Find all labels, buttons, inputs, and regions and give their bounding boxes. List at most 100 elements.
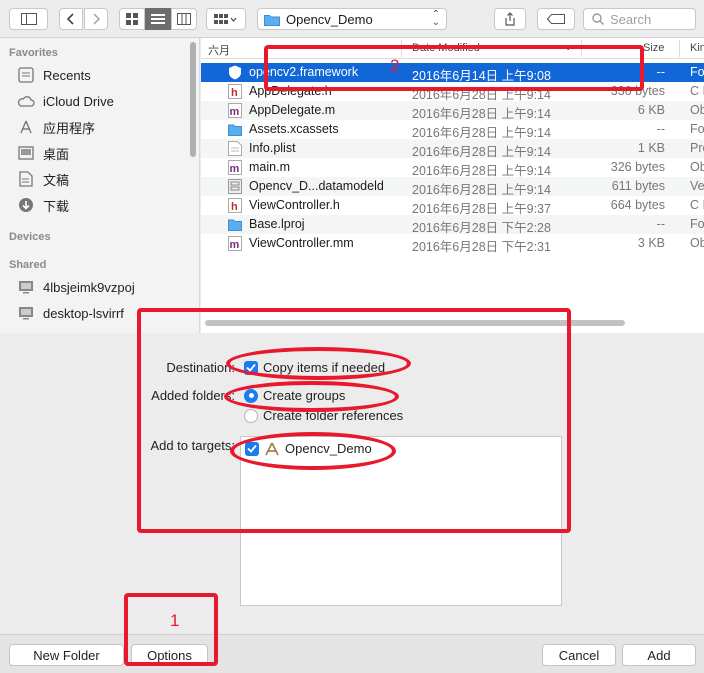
file-row[interactable]: Assets.xcassets 2016年6月28日 上午9:14 -- Fo <box>201 120 704 140</box>
toolbar: Opencv_Demo ⌃ ⌄ Search <box>0 0 704 38</box>
cancel-button[interactable]: Cancel <box>542 644 616 666</box>
column-divider <box>679 40 680 57</box>
sidebar-item-shared-2[interactable]: desktop-lsvirrf <box>17 303 124 323</box>
svg-text:h: h <box>231 87 238 99</box>
new-folder-button[interactable]: New Folder <box>9 644 124 666</box>
svg-text:m: m <box>230 163 240 175</box>
sidebar: Favorites Recents iCloud Drive 应用程序 桌面 文… <box>0 38 200 333</box>
clock-icon <box>17 66 35 84</box>
updown-chevron-icon: ⌃ ⌄ <box>431 9 440 28</box>
annotation-ellipse-target <box>230 432 396 470</box>
file-size: -- <box>656 122 665 136</box>
sidebar-item-label: desktop-lsvirrf <box>43 305 124 321</box>
header-file-icon: h <box>228 84 242 99</box>
svg-text:h: h <box>231 201 238 213</box>
file-row[interactable]: m AppDelegate.m 2016年6月28日 上午9:14 6 KB O… <box>201 101 704 121</box>
file-kind: C I <box>690 84 704 98</box>
file-kind: Fo <box>690 217 704 231</box>
file-name: Opencv_D...datamodeld <box>249 179 384 193</box>
share-button[interactable] <box>494 8 526 30</box>
sidebar-item-desktop[interactable]: 桌面 <box>17 143 69 163</box>
file-kind: C I <box>690 198 704 212</box>
search-placeholder: Search <box>610 11 652 27</box>
sidebar-item-label: 文稿 <box>43 172 70 188</box>
sidebar-item-recents[interactable]: Recents <box>17 65 91 85</box>
sidebar-item-label: 下载 <box>43 198 70 214</box>
source-file-icon: m <box>228 103 242 118</box>
file-row[interactable]: Info.plist 2016年6月28日 上午9:14 1 KB Pro <box>201 139 704 159</box>
file-name: ViewController.h <box>249 198 340 212</box>
file-row[interactable]: m main.m 2016年6月28日 上午9:14 326 bytes Ob <box>201 158 704 178</box>
file-kind: Pro <box>690 141 704 155</box>
file-row[interactable]: m ViewController.mm 2016年6月28日 下午2:31 3 … <box>201 234 704 254</box>
file-row[interactable]: Base.lproj 2016年6月28日 下午2:28 -- Fo <box>201 215 704 235</box>
sidebar-item-label: Recents <box>43 67 91 83</box>
sidebar-item-documents[interactable]: 文稿 <box>17 169 69 189</box>
column-name[interactable]: 六月 <box>208 42 230 58</box>
folder-icon <box>228 219 242 231</box>
file-name: ViewController.mm <box>249 236 354 250</box>
add-button[interactable]: Add <box>622 644 696 666</box>
annotation-box-options <box>137 308 571 533</box>
file-size: 611 bytes <box>611 179 665 193</box>
tags-button[interactable] <box>537 8 575 30</box>
icon-view-button[interactable] <box>119 8 145 30</box>
columns-icon <box>177 13 191 25</box>
grid-icon <box>126 13 138 25</box>
search-field[interactable]: Search <box>583 8 696 30</box>
file-size: 6 KB <box>637 103 665 117</box>
file-row[interactable]: h ViewController.h 2016年6月28日 上午9:37 664… <box>201 196 704 216</box>
column-size[interactable]: Size <box>643 42 664 54</box>
list-view-button[interactable] <box>145 8 171 30</box>
folder-icon <box>264 14 280 26</box>
computer-icon <box>17 278 35 296</box>
annotation-ellipse-copy <box>226 347 411 380</box>
download-icon <box>17 196 35 214</box>
annotation-number-1: 1 <box>170 611 180 630</box>
sidebar-item-label: iCloud Drive <box>43 93 114 109</box>
bottom-bar: New Folder Options Cancel Add <box>0 634 704 673</box>
back-button[interactable] <box>59 8 83 30</box>
file-name: main.m <box>249 160 290 174</box>
arrange-button[interactable] <box>206 8 246 30</box>
file-date: 2016年6月28日 下午2:31 <box>412 240 551 254</box>
column-kind[interactable]: Kin <box>690 42 704 54</box>
sidebar-scrollbar[interactable] <box>190 42 196 157</box>
file-name: AppDelegate.m <box>249 103 336 117</box>
shared-header: Shared <box>9 259 47 271</box>
sidebar-item-shared-1[interactable]: 4lbsjeimk9vzpoj <box>17 277 135 297</box>
sidebar-item-label: 应用程序 <box>43 120 96 136</box>
file-size: 3 KB <box>637 236 665 250</box>
source-file-icon: m <box>228 160 242 175</box>
sidebar-item-applications[interactable]: 应用程序 <box>17 117 95 137</box>
datamodel-icon <box>228 179 242 194</box>
sidebar-toggle-button[interactable] <box>9 8 48 30</box>
devices-header: Devices <box>9 231 51 243</box>
sidebar-item-downloads[interactable]: 下载 <box>17 195 69 215</box>
applications-icon <box>17 118 35 136</box>
cloud-icon <box>17 92 35 110</box>
svg-text:m: m <box>230 106 240 118</box>
sidebar-item-label: 4lbsjeimk9vzpoj <box>43 279 135 295</box>
file-kind: Ob <box>690 236 704 250</box>
computer-icon <box>17 304 35 322</box>
file-size: 664 bytes <box>610 198 665 212</box>
file-kind: Ve <box>690 179 704 193</box>
favorites-header: Favorites <box>9 47 58 59</box>
location-label: Opencv_Demo <box>286 11 373 27</box>
annotation-number-2: 2 <box>390 56 400 75</box>
file-kind: Fo <box>690 122 704 136</box>
file-kind: Fo <box>690 65 704 79</box>
sidebar-item-label: 桌面 <box>43 146 70 162</box>
sidebar-item-icloud-drive[interactable]: iCloud Drive <box>17 91 114 111</box>
chevron-left-icon <box>67 13 74 25</box>
location-popup[interactable]: Opencv_Demo ⌃ ⌄ <box>257 8 447 30</box>
search-icon <box>592 13 604 25</box>
file-kind: Ob <box>690 160 704 174</box>
forward-button[interactable] <box>84 8 108 30</box>
annotation-ellipse-groups <box>224 381 399 412</box>
folder-icon <box>228 124 242 136</box>
file-size: -- <box>656 217 665 231</box>
column-view-button[interactable] <box>171 8 197 30</box>
file-row[interactable]: Opencv_D...datamodeld 2016年6月28日 上午9:14 … <box>201 177 704 197</box>
